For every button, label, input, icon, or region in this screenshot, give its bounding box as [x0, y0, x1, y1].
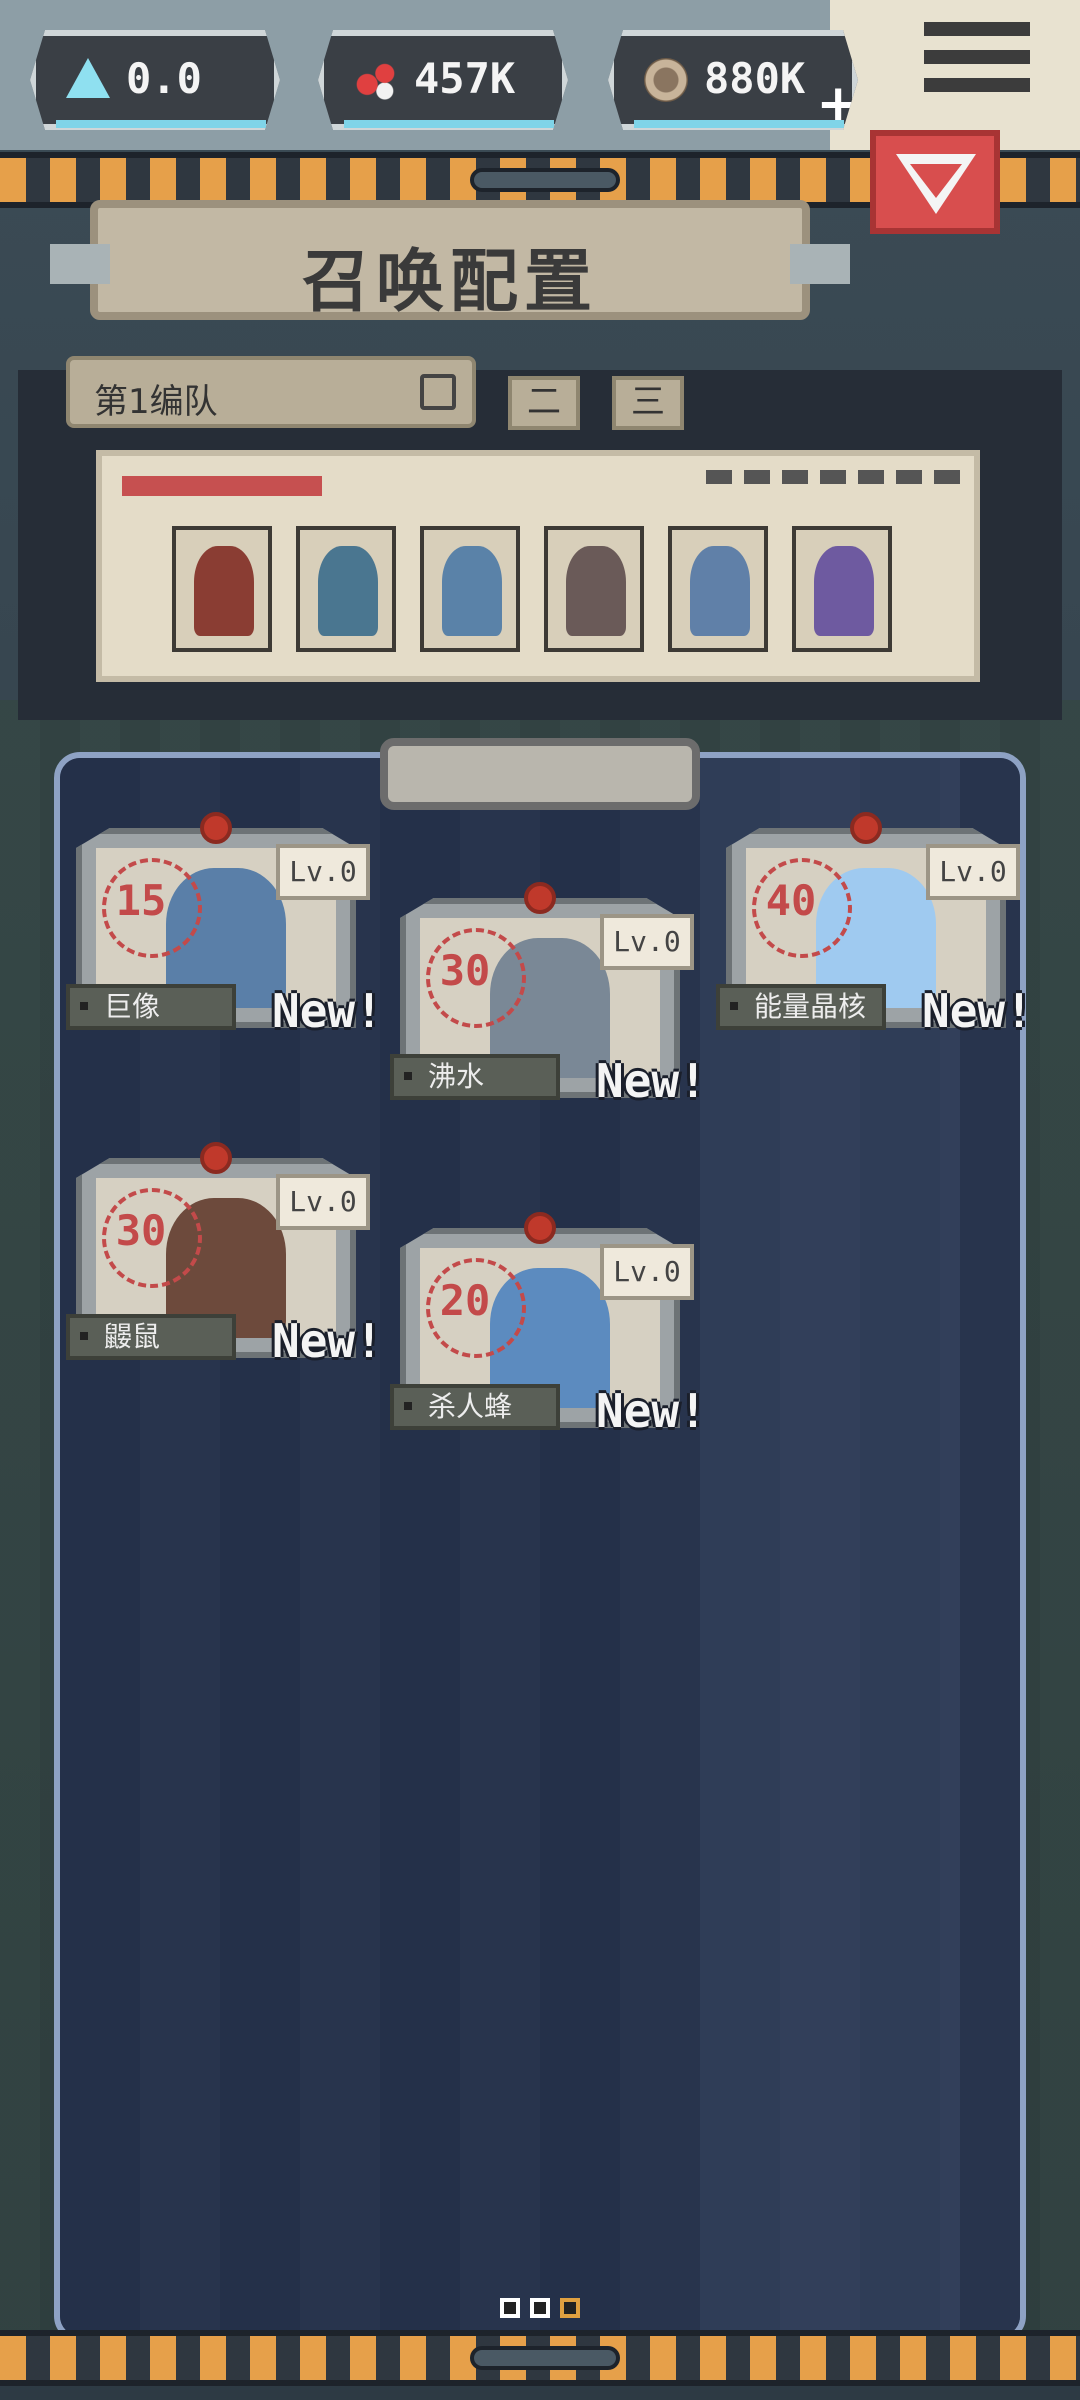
currency-gem: 457K	[318, 30, 568, 130]
card-cost: 15	[115, 876, 167, 925]
red-gem-icon	[354, 58, 398, 102]
top-bar: 0.0 457K 880K +	[0, 0, 1080, 150]
card-cost: 30	[439, 946, 491, 995]
page-indicator	[500, 2298, 580, 2318]
new-badge: New!	[272, 984, 383, 1038]
card-name: 能量晶核	[716, 984, 886, 1030]
card-cost: 30	[115, 1206, 167, 1255]
page-dot[interactable]	[500, 2298, 520, 2318]
currency-crystal: 0.0	[30, 30, 280, 130]
summon-card[interactable]: 40 Lv.0 能量晶核 New!	[716, 808, 1033, 1038]
page-dot-active[interactable]	[560, 2298, 580, 2318]
hazard-stripe-bottom	[0, 2330, 1080, 2386]
collapse-button[interactable]	[870, 130, 1000, 234]
page-dot[interactable]	[530, 2298, 550, 2318]
card-level: Lv.0	[600, 914, 694, 970]
roster-slot[interactable]	[668, 526, 768, 652]
summon-card[interactable]: 30 Lv.0 沸水 New!	[390, 878, 707, 1108]
card-level: Lv.0	[276, 844, 370, 900]
card-name: 鼹鼠	[66, 1314, 236, 1360]
roster-slot[interactable]	[420, 526, 520, 652]
team-selector[interactable]: 第1编队	[66, 356, 476, 428]
new-badge: New!	[596, 1384, 707, 1438]
card-name: 杀人蜂	[390, 1384, 560, 1430]
card-level: Lv.0	[276, 1174, 370, 1230]
roster-slot[interactable]	[544, 526, 644, 652]
hamburger-menu-icon[interactable]	[924, 22, 1030, 106]
currency-coin[interactable]: 880K +	[608, 30, 858, 130]
chevron-down-icon	[896, 154, 976, 214]
currency-value: 880K	[704, 54, 806, 103]
pin-icon	[524, 882, 556, 914]
roster-slot[interactable]	[792, 526, 892, 652]
new-badge: New!	[596, 1054, 707, 1108]
title-plaque: 召唤配置	[50, 200, 850, 322]
pin-icon	[200, 812, 232, 844]
edit-icon[interactable]	[420, 374, 456, 410]
card-name: 沸水	[390, 1054, 560, 1100]
pin-icon	[524, 1212, 556, 1244]
card-level: Lv.0	[926, 844, 1020, 900]
card-cost: 40	[765, 876, 817, 925]
pin-icon	[200, 1142, 232, 1174]
currency-value: 0.0	[126, 54, 202, 103]
board-handle	[380, 738, 700, 810]
team-name: 第1编队	[94, 382, 218, 422]
summon-card[interactable]: 30 Lv.0 鼹鼠 New!	[66, 1138, 383, 1368]
triangle-crystal-icon	[66, 58, 110, 102]
pin-icon	[850, 812, 882, 844]
roster-slot[interactable]	[172, 526, 272, 652]
card-cost: 20	[439, 1276, 491, 1325]
roster-panel	[96, 450, 980, 682]
page-title: 召唤配置	[301, 243, 598, 322]
new-badge: New!	[922, 984, 1033, 1038]
currency-value: 457K	[414, 54, 516, 103]
card-name: 巨像	[66, 984, 236, 1030]
summon-card[interactable]: 20 Lv.0 杀人蜂 New!	[390, 1208, 707, 1438]
coin-icon	[644, 58, 688, 102]
team-tab-2[interactable]: 二	[508, 376, 580, 430]
summon-card[interactable]: 15 Lv.0 巨像 New!	[66, 808, 383, 1038]
new-badge: New!	[272, 1314, 383, 1368]
team-tab-3[interactable]: 三	[612, 376, 684, 430]
roster-slot[interactable]	[296, 526, 396, 652]
card-level: Lv.0	[600, 1244, 694, 1300]
